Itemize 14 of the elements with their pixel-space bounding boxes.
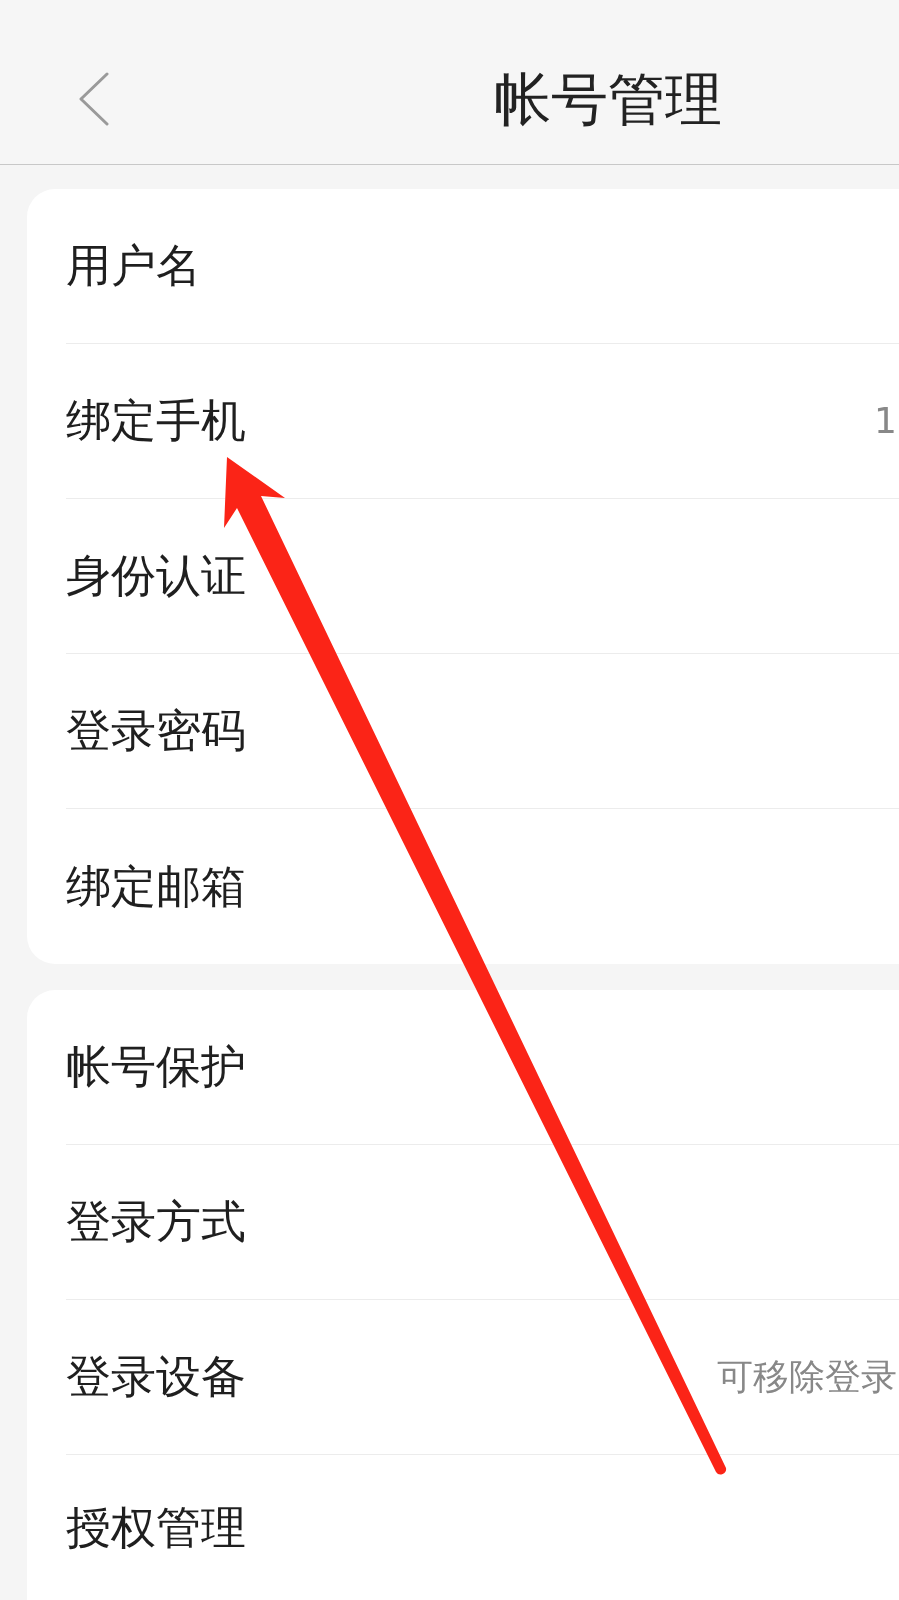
item-value: 1 bbox=[874, 399, 898, 443]
page-title: 帐号管理 bbox=[494, 64, 722, 134]
back-icon bbox=[79, 72, 109, 126]
menu-item[interactable]: 身份认证 bbox=[66, 549, 246, 603]
menu-item[interactable]: 登录密码 bbox=[66, 704, 246, 758]
menu-item[interactable]: 绑定邮箱 bbox=[66, 859, 246, 914]
menu-item[interactable]: 帐号保护 bbox=[66, 1040, 246, 1094]
menu-item[interactable]: 绑定手机 bbox=[66, 394, 246, 448]
menu-item[interactable]: 授权管理 bbox=[66, 1500, 246, 1555]
menu-item[interactable]: 用户名 bbox=[66, 239, 201, 293]
item-value: 可移除登录 bbox=[717, 1355, 898, 1399]
menu-item[interactable]: 登录设备 bbox=[66, 1350, 246, 1404]
back-button[interactable] bbox=[79, 72, 109, 126]
menu-item[interactable]: 登录方式 bbox=[66, 1195, 246, 1249]
